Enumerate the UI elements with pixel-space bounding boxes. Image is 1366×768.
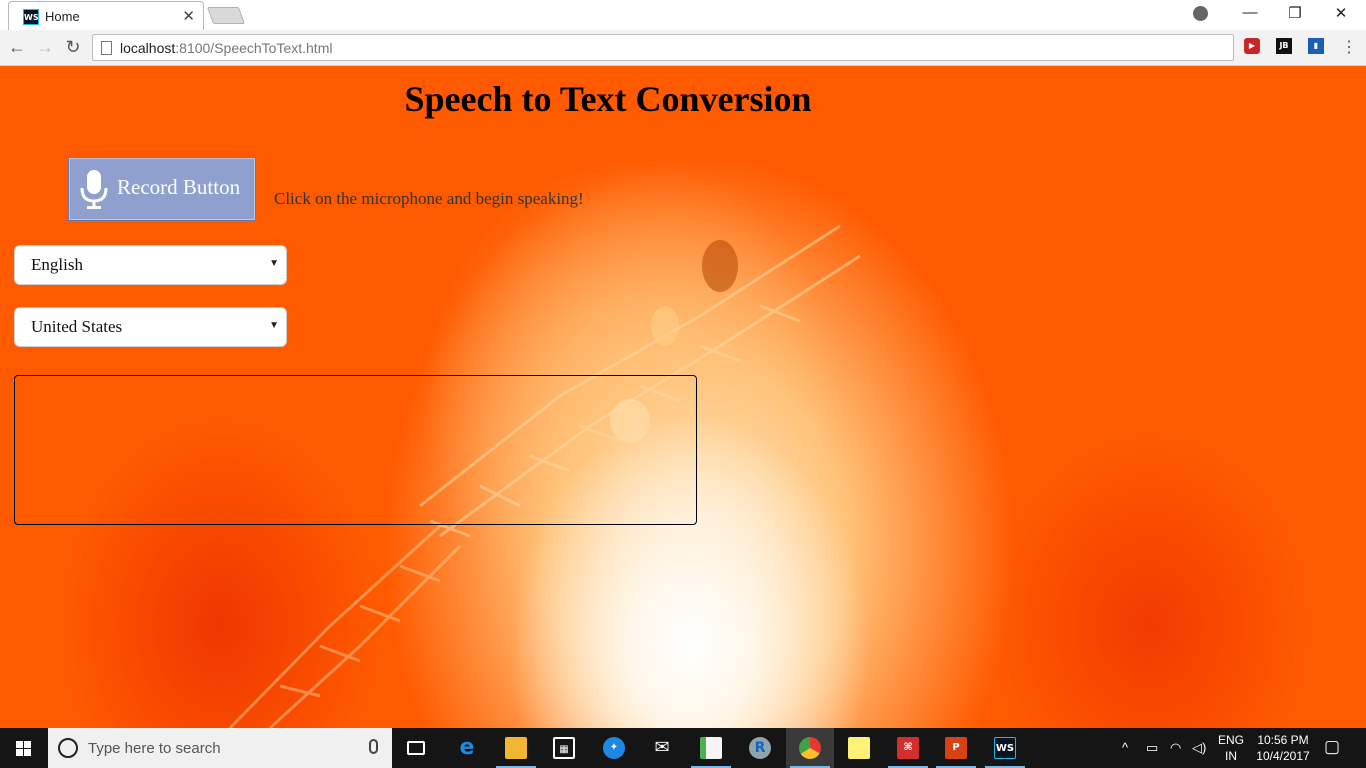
- start-button[interactable]: [0, 728, 48, 768]
- new-tab-button[interactable]: [206, 7, 246, 24]
- language-select[interactable]: English ▼: [14, 245, 287, 285]
- chevron-down-icon: ▼: [269, 320, 279, 331]
- office-icon[interactable]: [687, 728, 735, 768]
- dialect-select-value: United States: [31, 317, 123, 336]
- tab-close-icon[interactable]: ✕: [182, 7, 195, 25]
- tab-strip: WS Home ✕ — ❐ ✕: [0, 0, 1366, 30]
- store-icon[interactable]: ▦: [540, 728, 588, 768]
- edge-icon[interactable]: e: [443, 728, 491, 768]
- clock-date: 10/4/2017: [1256, 749, 1310, 763]
- clock[interactable]: 10:56 PM 10/4/2017: [1250, 732, 1316, 764]
- file-explorer-icon[interactable]: [492, 728, 540, 768]
- transcript-output[interactable]: [14, 375, 697, 525]
- address-bar[interactable]: localhost:8100/SpeechToText.html: [92, 34, 1234, 61]
- tab-title: Home: [45, 9, 80, 24]
- restore-button[interactable]: ❐: [1285, 4, 1305, 22]
- show-hidden-icons-chevron-icon[interactable]: ^: [1122, 740, 1128, 755]
- webstorm-favicon-icon: WS: [23, 9, 39, 25]
- notifications-icon[interactable]: ▢: [1324, 737, 1340, 757]
- url-text[interactable]: localhost:8100/SpeechToText.html: [120, 40, 332, 56]
- input-language[interactable]: ENG IN: [1215, 732, 1247, 764]
- page-info-icon[interactable]: [101, 41, 112, 55]
- bookmark-extension-icon[interactable]: ▮: [1308, 38, 1324, 54]
- search-placeholder: Type here to search: [88, 740, 221, 757]
- back-arrow-icon[interactable]: ←: [6, 37, 28, 58]
- windows-logo-icon: [16, 741, 32, 756]
- wifi-icon[interactable]: ◠: [1170, 740, 1181, 756]
- region-code: IN: [1225, 749, 1237, 763]
- safari-icon[interactable]: ✦: [590, 728, 638, 768]
- windows-taskbar: Type here to search e ▦ ✦ ✉ R ⌘ P WS ^ ▭…: [0, 728, 1366, 768]
- url-host: localhost: [120, 40, 176, 56]
- url-path: :8100/SpeechToText.html: [175, 40, 333, 56]
- minimize-button[interactable]: —: [1240, 4, 1260, 21]
- language-select-value: English: [31, 255, 83, 274]
- cortana-icon: [58, 738, 78, 758]
- browser-toolbar: ← → ↻ localhost:8100/SpeechToText.html ▶…: [0, 30, 1366, 66]
- forward-arrow-icon[interactable]: →: [34, 37, 56, 58]
- menu-kebab-icon[interactable]: ⋮: [1338, 37, 1360, 57]
- jb-extension-icon[interactable]: JB: [1276, 38, 1292, 54]
- mail-icon[interactable]: ✉: [638, 728, 686, 768]
- close-window-button[interactable]: ✕: [1331, 4, 1351, 22]
- search-mic-icon[interactable]: [369, 739, 378, 754]
- instruction-text: Click on the microphone and begin speaki…: [274, 189, 584, 208]
- battery-icon[interactable]: ▭: [1146, 740, 1158, 756]
- r-icon[interactable]: R: [736, 728, 784, 768]
- profile-icon[interactable]: [1193, 6, 1208, 21]
- reload-icon[interactable]: ↻: [62, 37, 84, 58]
- page-content: Speech to Text Conversion Record Button …: [0, 66, 1366, 728]
- task-view-icon[interactable]: [392, 728, 440, 768]
- taskbar-search-box[interactable]: Type here to search: [48, 728, 392, 768]
- webstorm-icon[interactable]: WS: [981, 728, 1029, 768]
- page-title: Speech to Text Conversion: [404, 79, 812, 119]
- volume-icon[interactable]: ◁): [1192, 740, 1206, 756]
- language-code: ENG: [1217, 733, 1244, 747]
- acrobat-icon[interactable]: ⌘: [884, 728, 932, 768]
- chevron-down-icon: ▼: [269, 258, 279, 269]
- chrome-icon[interactable]: [786, 728, 834, 768]
- dialect-select[interactable]: United States ▼: [14, 307, 287, 347]
- microphone-icon: [80, 170, 108, 209]
- cast-extension-icon[interactable]: ▶: [1244, 38, 1260, 54]
- record-button-label: Record Button: [117, 175, 241, 199]
- record-button[interactable]: Record Button: [68, 157, 256, 221]
- clock-time: 10:56 PM: [1257, 733, 1309, 747]
- sticky-notes-icon[interactable]: [835, 728, 883, 768]
- powerpoint-icon[interactable]: P: [932, 728, 980, 768]
- browser-tab-home[interactable]: WS Home ✕: [8, 1, 204, 30]
